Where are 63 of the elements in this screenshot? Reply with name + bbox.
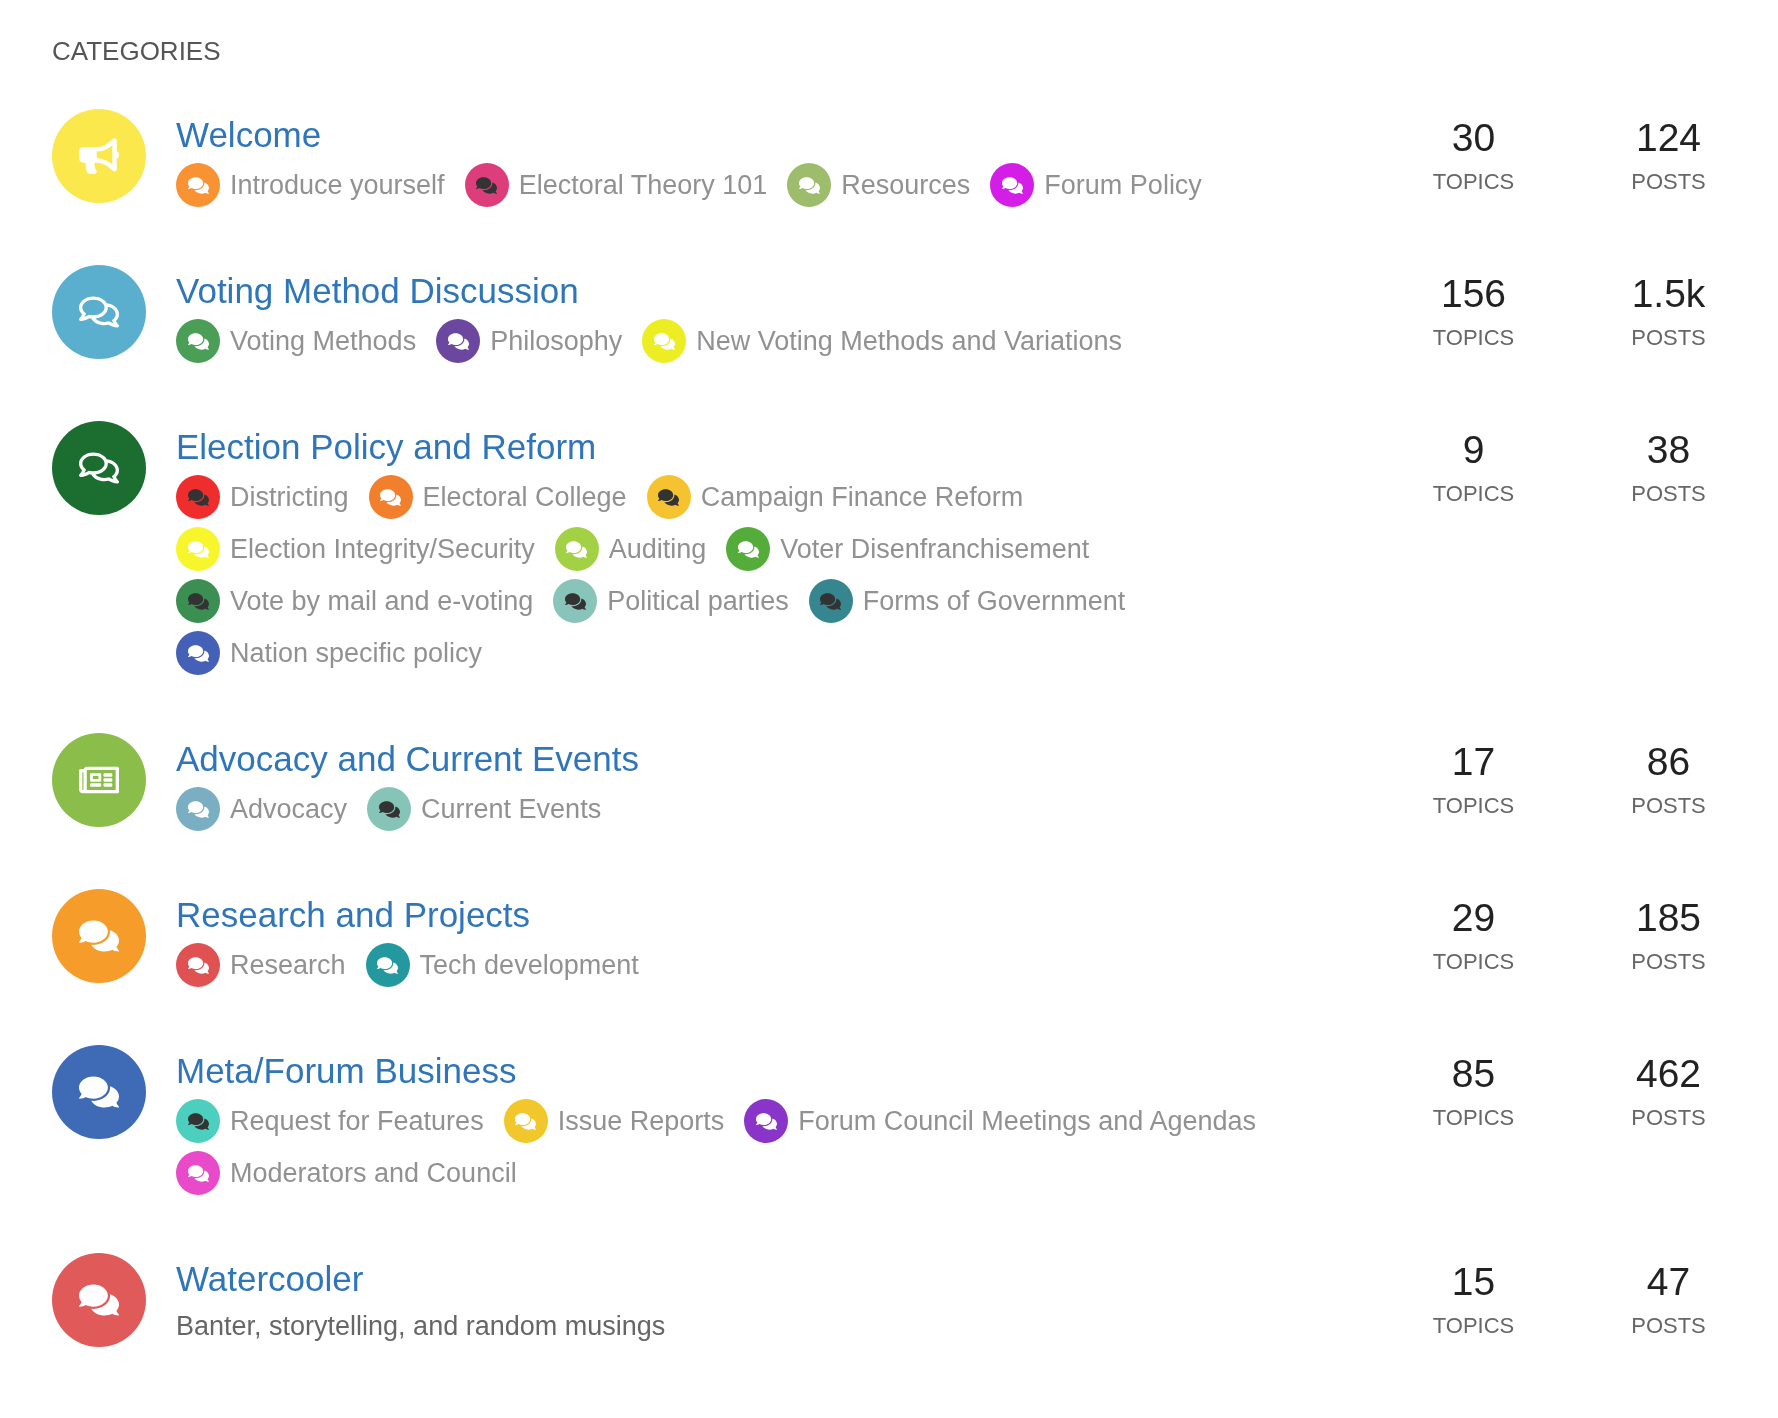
category-title[interactable]: Meta/Forum Business [176, 1051, 517, 1091]
post-count: 185 [1635, 895, 1702, 941]
subcategory-link[interactable]: Districting [176, 471, 349, 523]
subcategory-link[interactable]: New Voting Methods and Variations [642, 315, 1122, 367]
posts-label: POSTS [1631, 1105, 1706, 1131]
posts-label: POSTS [1631, 949, 1706, 975]
post-count: 462 [1635, 1051, 1702, 1097]
subcategory-link[interactable]: Nation specific policy [176, 627, 483, 679]
subcategory-link[interactable]: Tech development [365, 939, 639, 991]
section-heading: CATEGORIES [52, 36, 222, 67]
subcategory-link[interactable]: Auditing [554, 523, 707, 575]
category-description: Banter, storytelling, and random musings [176, 1311, 667, 1342]
subcategory-link[interactable]: Vote by mail and e-voting [176, 575, 534, 627]
topics-label: TOPICS [1432, 793, 1515, 819]
subcategory-link[interactable]: Forum Policy [990, 159, 1202, 211]
subcategory-link[interactable]: Issue Reports [503, 1095, 725, 1147]
topic-count: 30 [1451, 115, 1496, 161]
category-title[interactable]: Watercooler [176, 1259, 364, 1299]
topic-count: 15 [1451, 1259, 1496, 1305]
subcategory-link[interactable]: Electoral Theory 101 [464, 159, 768, 211]
posts-label: POSTS [1631, 481, 1706, 507]
subcategory-link[interactable]: Philosophy [436, 315, 623, 367]
posts-label: POSTS [1631, 793, 1706, 819]
category-title[interactable]: Election Policy and Reform [176, 427, 597, 467]
category-title[interactable]: Advocacy and Current Events [176, 739, 639, 779]
posts-label: POSTS [1631, 169, 1706, 195]
topic-count: 156 [1440, 271, 1507, 317]
category-title[interactable]: Research and Projects [176, 895, 531, 935]
subcategory-link[interactable]: Advocacy [176, 783, 348, 835]
subcategory-link[interactable]: Political parties [553, 575, 789, 627]
posts-label: POSTS [1631, 325, 1706, 351]
topics-label: TOPICS [1432, 949, 1515, 975]
category-title[interactable]: Voting Method Discussion [176, 271, 579, 311]
topics-label: TOPICS [1432, 1313, 1515, 1339]
subcategory-link[interactable]: Moderators and Council [176, 1147, 517, 1199]
post-count: 124 [1635, 115, 1702, 161]
subcategory-link[interactable]: Forum Council Meetings and Agendas [744, 1095, 1256, 1147]
subcategory-link[interactable]: Research [176, 939, 346, 991]
topics-label: TOPICS [1432, 481, 1515, 507]
posts-label: POSTS [1631, 1313, 1706, 1339]
topic-count: 29 [1451, 895, 1496, 941]
subcategory-link[interactable]: Voter Disenfranchisement [726, 523, 1090, 575]
category-title[interactable]: Welcome [176, 115, 322, 155]
topics-label: TOPICS [1432, 1105, 1515, 1131]
megaphone-icon [79, 136, 119, 176]
subcategory-link[interactable]: Introduce yourself [176, 159, 445, 211]
topics-label: TOPICS [1432, 169, 1515, 195]
topics-label: TOPICS [1432, 325, 1515, 351]
post-count: 1.5k [1631, 271, 1706, 317]
subcategory-link[interactable]: Voting Methods [176, 315, 417, 367]
topic-count: 17 [1451, 739, 1496, 785]
post-count: 86 [1646, 739, 1691, 785]
topic-count: 85 [1451, 1051, 1496, 1097]
post-count: 47 [1646, 1259, 1691, 1305]
post-count: 38 [1646, 427, 1691, 473]
subcategory-link[interactable]: Resources [787, 159, 971, 211]
subcategory-link[interactable]: Electoral College [368, 471, 627, 523]
subcategory-link[interactable]: Request for Features [176, 1095, 484, 1147]
subcategory-link[interactable]: Forms of Government [808, 575, 1126, 627]
subcategory-link[interactable]: Election Integrity/Security [176, 523, 535, 575]
topic-count: 9 [1462, 427, 1485, 473]
subcategory-link[interactable]: Current Events [367, 783, 602, 835]
subcategory-link[interactable]: Campaign Finance Reform [646, 471, 1024, 523]
